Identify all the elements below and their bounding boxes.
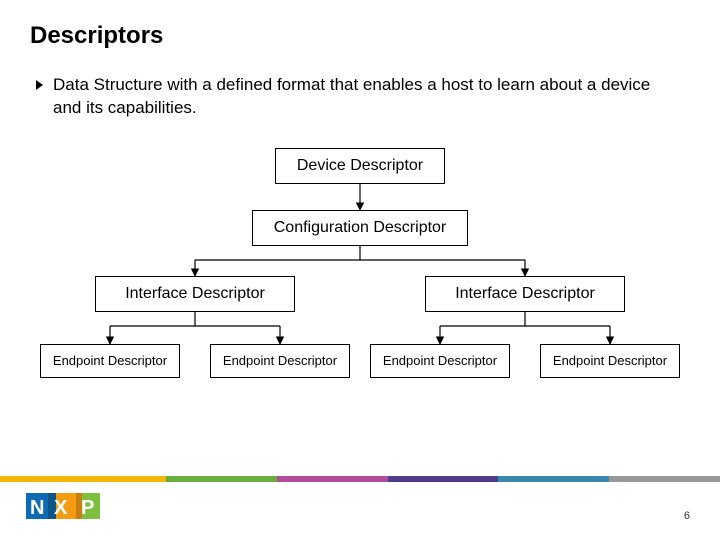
triangle-right-icon — [36, 80, 43, 90]
node-device-descriptor: Device Descriptor — [275, 148, 445, 184]
page-title: Descriptors — [30, 22, 690, 50]
node-interface-descriptor-left: Interface Descriptor — [95, 276, 295, 312]
node-configuration-descriptor: Configuration Descriptor — [252, 210, 468, 246]
svg-text:N: N — [30, 497, 44, 519]
node-interface-descriptor-right: Interface Descriptor — [425, 276, 625, 312]
page-number: 6 — [684, 510, 690, 522]
descriptor-hierarchy-diagram: Device Descriptor Configuration Descript… — [30, 148, 690, 408]
node-endpoint-descriptor-2: Endpoint Descriptor — [210, 344, 350, 378]
node-endpoint-descriptor-4: Endpoint Descriptor — [540, 344, 680, 378]
bullet-item: Data Structure with a defined format tha… — [30, 74, 690, 120]
svg-text:X: X — [54, 497, 68, 519]
nxp-logo-icon: N X P — [26, 489, 104, 528]
node-endpoint-descriptor-1: Endpoint Descriptor — [40, 344, 180, 378]
footer-color-band — [0, 476, 720, 482]
bullet-text: Data Structure with a defined format tha… — [53, 74, 653, 120]
svg-text:P: P — [81, 497, 94, 519]
node-endpoint-descriptor-3: Endpoint Descriptor — [370, 344, 510, 378]
